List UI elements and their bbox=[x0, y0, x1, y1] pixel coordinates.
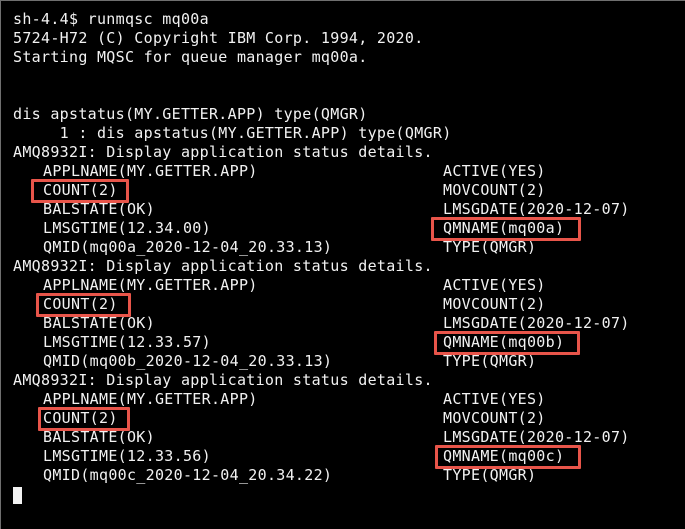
command-echo-line: 1 : dis apstatus(MY.GETTER.APP) type(QMG… bbox=[13, 124, 452, 142]
active-field: ACTIVE(YES) bbox=[443, 162, 546, 180]
lmsgtime-field: LMSGTIME(12.33.56) bbox=[43, 447, 211, 465]
lmsgtime-field: LMSGTIME(12.34.00) bbox=[43, 219, 211, 237]
status-header: AMQ8932I: Display application status det… bbox=[13, 143, 433, 161]
qmid-field: QMID(mq00b_2020-12-04_20.33.13) bbox=[43, 352, 333, 370]
count-highlight-box bbox=[36, 293, 131, 317]
status-header: AMQ8932I: Display application status det… bbox=[13, 371, 433, 389]
text-cursor bbox=[13, 487, 22, 504]
command-line: dis apstatus(MY.GETTER.APP) type(QMGR) bbox=[13, 105, 368, 123]
status-header: AMQ8932I: Display application status det… bbox=[13, 257, 433, 275]
qmid-field: QMID(mq00a_2020-12-04_20.33.13) bbox=[43, 238, 333, 256]
qmname-highlight-box bbox=[435, 445, 581, 469]
qmid-field: QMID(mq00c_2020-12-04_20.34.22) bbox=[43, 466, 333, 484]
movcount-field: MOVCOUNT(2) bbox=[443, 409, 546, 427]
count-highlight-box bbox=[31, 179, 129, 203]
lmsgtime-field: LMSGTIME(12.33.57) bbox=[43, 333, 211, 351]
starting-line: Starting MQSC for queue manager mq00a. bbox=[13, 48, 368, 66]
active-field: ACTIVE(YES) bbox=[443, 276, 546, 294]
movcount-field: MOVCOUNT(2) bbox=[443, 295, 546, 313]
prompt-line: sh-4.4$ runmqsc mq00a bbox=[13, 10, 209, 28]
copyright-line: 5724-H72 (C) Copyright IBM Corp. 1994, 2… bbox=[13, 29, 424, 47]
active-field: ACTIVE(YES) bbox=[443, 390, 546, 408]
terminal-window[interactable]: sh-4.4$ runmqsc mq00a 5724-H72 (C) Copyr… bbox=[0, 0, 685, 529]
count-highlight-box bbox=[38, 407, 130, 431]
movcount-field: MOVCOUNT(2) bbox=[443, 181, 546, 199]
qmname-highlight-box bbox=[431, 217, 581, 241]
qmname-highlight-box bbox=[434, 331, 580, 355]
